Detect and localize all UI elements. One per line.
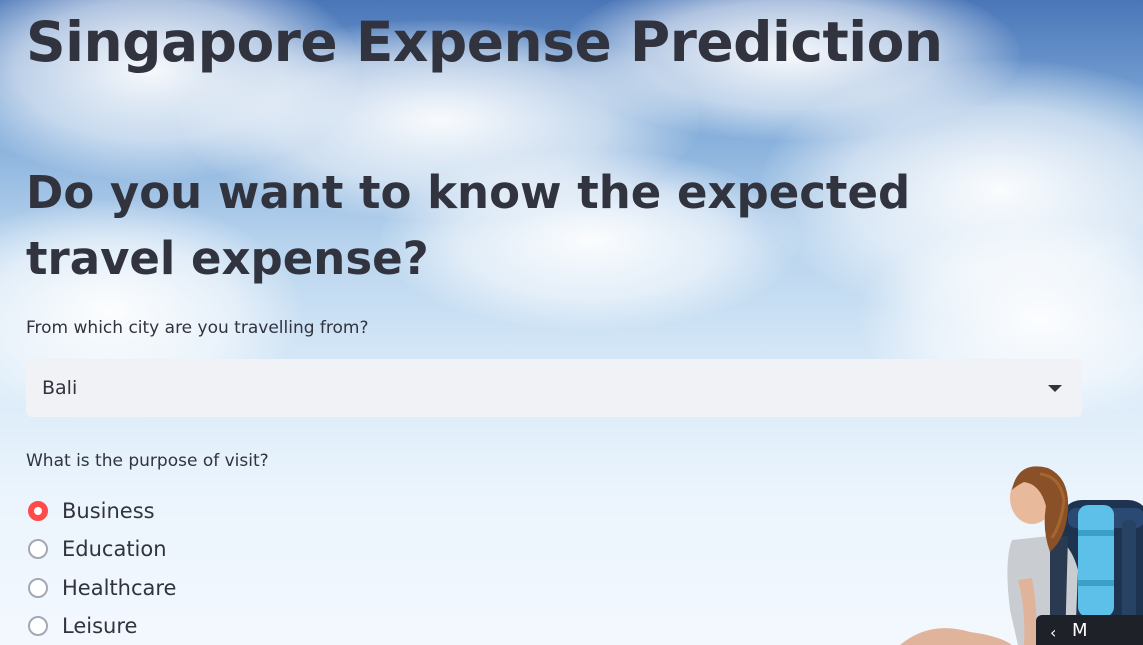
radio-option-business[interactable]: Business	[28, 496, 155, 526]
radio-option-education[interactable]: Education	[28, 534, 167, 564]
city-select[interactable]: Bali	[26, 359, 1082, 417]
chevron-left-icon: ‹	[1050, 623, 1057, 642]
radio-unselected-icon[interactable]	[28, 616, 48, 636]
page-title: Singapore Expense Prediction	[26, 10, 943, 74]
radio-option-label: Leisure	[62, 614, 138, 638]
city-select-value: Bali	[42, 377, 78, 399]
radio-selected-icon[interactable]	[28, 501, 48, 521]
radio-unselected-icon[interactable]	[28, 578, 48, 598]
page-subtitle: Do you want to know the expected travel …	[26, 166, 911, 285]
city-select-label: From which city are you travelling from?	[26, 318, 369, 338]
purpose-radio-label: What is the purpose of visit?	[26, 451, 269, 471]
radio-unselected-icon[interactable]	[28, 539, 48, 559]
radio-option-label: Business	[62, 499, 155, 523]
caret-down-icon	[1048, 385, 1062, 392]
radio-option-healthcare[interactable]: Healthcare	[28, 573, 176, 603]
radio-option-leisure[interactable]: Leisure	[28, 611, 137, 641]
manage-app-label: M	[1072, 619, 1088, 641]
radio-option-label: Healthcare	[62, 576, 177, 600]
radio-option-label: Education	[62, 537, 167, 561]
manage-app-button[interactable]: ‹ M	[1036, 615, 1143, 645]
